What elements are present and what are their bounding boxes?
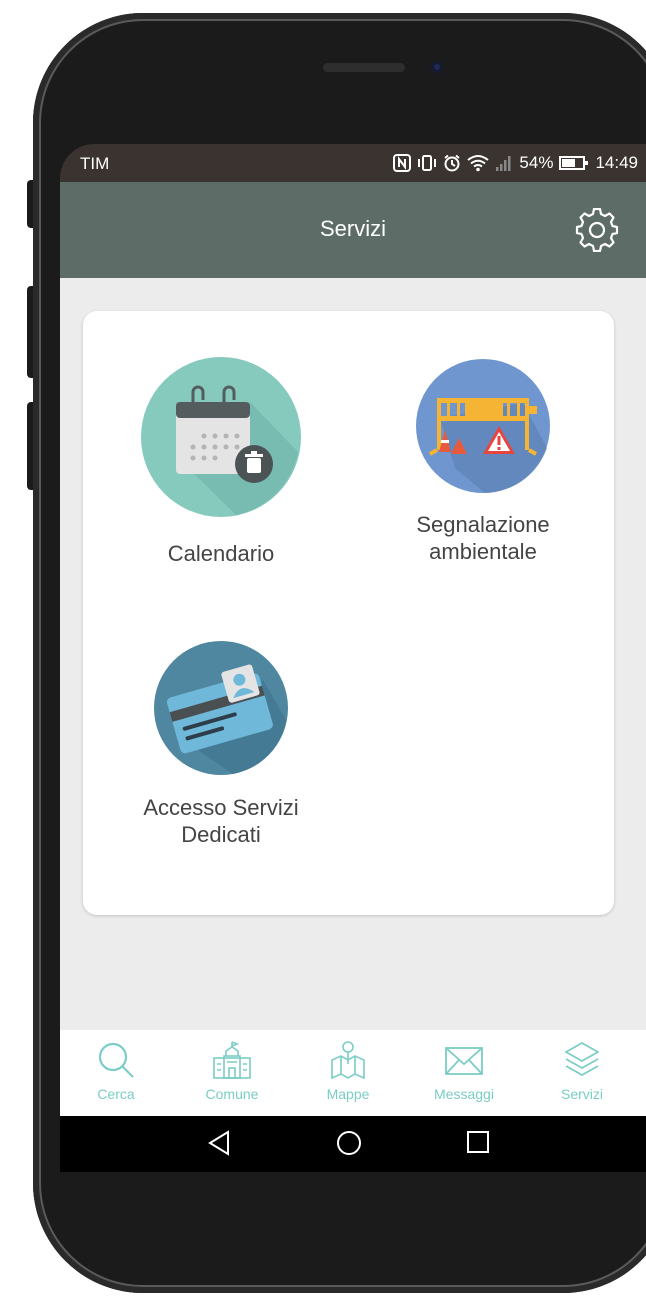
- nav-cerca[interactable]: Cerca: [66, 1040, 166, 1102]
- search-icon: [98, 1042, 134, 1078]
- nfc-icon: [393, 154, 412, 172]
- wifi-icon: [467, 155, 490, 172]
- signal-icon: [496, 156, 511, 171]
- alarm-icon: [444, 154, 461, 172]
- nav-label: Mappe: [326, 1086, 370, 1102]
- calendar-trash-icon: [141, 357, 301, 517]
- status-bar: TIM 54% 14:49: [60, 144, 646, 182]
- nav-servizi[interactable]: Servizi: [532, 1040, 632, 1102]
- battery-percent: 54%: [519, 153, 554, 172]
- recents-icon[interactable]: [466, 1130, 490, 1154]
- page-title: Servizi: [319, 216, 386, 241]
- nav-label: Comune: [205, 1086, 259, 1102]
- phone-camera: [431, 61, 443, 73]
- status-icons: 54% 14:49: [393, 153, 638, 173]
- nav-comune[interactable]: Comune: [182, 1040, 282, 1102]
- service-label: Calendario: [167, 541, 275, 566]
- nav-label: Cerca: [97, 1086, 135, 1102]
- services-card: Calendario Segnalazione ambientale Acces…: [83, 311, 614, 915]
- gear-icon[interactable]: [575, 208, 619, 252]
- town-hall-icon: [213, 1041, 251, 1079]
- service-label: Segnalazione ambientale: [416, 512, 550, 564]
- service-calendario[interactable]: Calendario: [121, 356, 321, 567]
- phone-speaker: [323, 63, 405, 72]
- envelope-icon: [445, 1047, 483, 1075]
- home-icon[interactable]: [336, 1130, 362, 1156]
- vibrate-icon: [418, 155, 437, 171]
- service-label: Accesso Servizi Dedicati: [143, 795, 299, 847]
- carrier-label: TIM: [80, 154, 110, 173]
- nav-label: Servizi: [560, 1086, 603, 1102]
- id-card-icon: [154, 641, 288, 775]
- service-segnalazione-ambientale[interactable]: Segnalazione ambientale: [383, 358, 583, 565]
- system-nav-bar: [60, 1116, 646, 1172]
- map-pin-icon: [331, 1041, 365, 1080]
- back-icon[interactable]: [206, 1130, 232, 1156]
- nav-label: Messaggi: [434, 1086, 494, 1102]
- construction-barrier-icon: [416, 359, 550, 493]
- phone-screen: TIM 54% 14:49 Servizi Calendario Segnala…: [60, 144, 646, 1172]
- app-bar: Servizi: [60, 182, 646, 278]
- layers-icon: [565, 1042, 599, 1076]
- service-accesso-servizi-dedicati[interactable]: Accesso Servizi Dedicati: [121, 640, 321, 848]
- nav-messaggi[interactable]: Messaggi: [414, 1040, 514, 1102]
- battery-icon: [559, 156, 589, 170]
- clock: 14:49: [595, 153, 638, 172]
- bottom-nav: Cerca Comune Mappe Messaggi Servizi: [60, 1030, 646, 1116]
- nav-mappe[interactable]: Mappe: [298, 1040, 398, 1102]
- main-content: Calendario Segnalazione ambientale Acces…: [60, 278, 646, 1030]
